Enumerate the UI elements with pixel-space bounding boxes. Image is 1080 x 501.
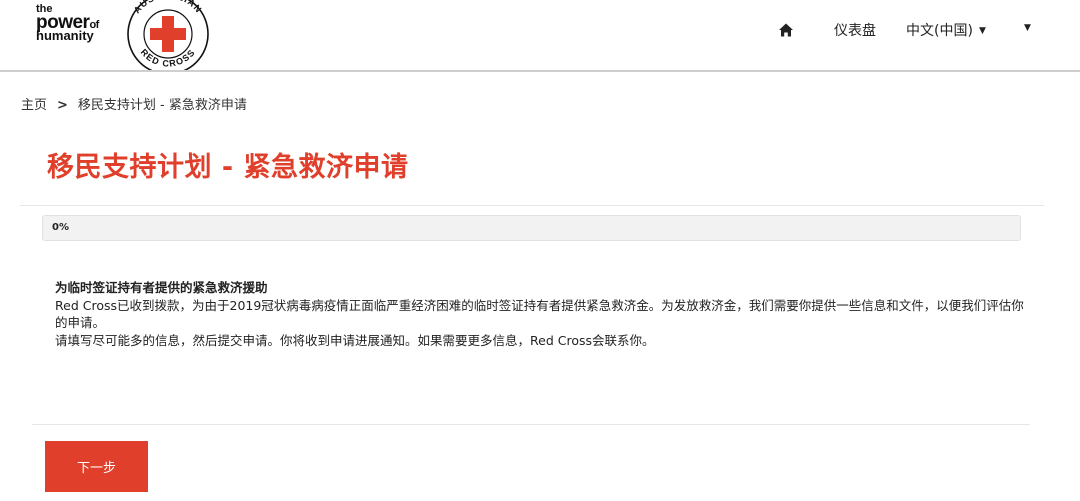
home-icon[interactable]: [778, 22, 794, 38]
nav-dashboard-link[interactable]: 仪表盘: [834, 20, 876, 40]
red-cross-emblem: AUSTRALIAN RED CROSS: [127, 0, 209, 70]
breadcrumb-home-link[interactable]: 主页: [21, 98, 47, 113]
language-label: 中文(中国): [906, 23, 973, 39]
breadcrumb-current: 移民支持计划 - 紧急救济申请: [77, 98, 247, 113]
intro-paragraph-1: Red Cross已收到拨款，为由于2019冠状病毒病疫情正面临严重经济困难的临…: [55, 297, 1024, 331]
intro-paragraph-2: 请填写尽可能多的信息，然后提交申请。你将收到申请进展通知。如果需要更多信息，Re…: [55, 332, 655, 348]
page-title: 移民支持计划 - 紧急救济申请: [47, 152, 409, 183]
chevron-down-icon: ▼: [1024, 23, 1031, 33]
progress-bar: 0%: [42, 215, 1021, 241]
section-divider-bottom: [32, 424, 1030, 425]
breadcrumb-separator: >: [57, 98, 68, 113]
tagline-humanity: humanity: [36, 28, 94, 43]
intro-content: 为临时签证持有者提供的紧急救济援助 Red Cross已收到拨款，为由于2019…: [55, 279, 1025, 349]
site-header: the powerof humanity AUSTRALIAN RED CROS…: [0, 0, 1080, 72]
intro-heading: 为临时签证持有者提供的紧急救济援助: [55, 280, 268, 295]
user-menu-dropdown[interactable]: ▼: [1018, 20, 1031, 36]
language-dropdown[interactable]: 中文(中国) ▼: [906, 20, 986, 40]
progress-label: 0%: [52, 222, 69, 233]
section-divider-top: [20, 205, 1044, 206]
breadcrumb: 主页 > 移民支持计划 - 紧急救济申请: [21, 94, 247, 113]
chevron-down-icon: ▼: [978, 26, 986, 36]
next-button[interactable]: 下一步: [45, 441, 148, 492]
